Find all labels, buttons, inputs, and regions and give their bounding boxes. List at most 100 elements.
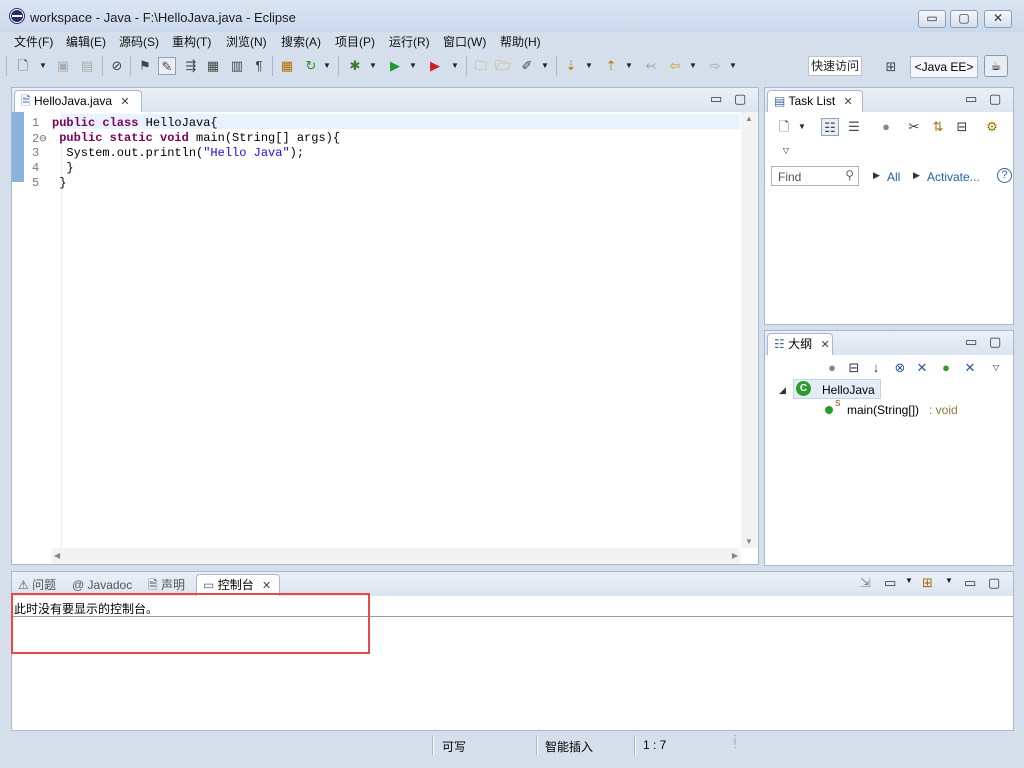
scroll-left-arrow-icon[interactable]: ◀ [54,551,60,560]
close-icon[interactable]: ✕ [820,339,829,351]
menu-window[interactable]: 窗口(W) [443,33,486,50]
minimize-icon[interactable]: ▭ [964,575,976,591]
focus-on-active-task-icon[interactable]: ● [823,359,841,377]
focus-icon[interactable]: ● [877,118,895,136]
synchronize-icon[interactable]: ⇅ [929,118,947,136]
next-annotation-icon[interactable]: ⇣ [562,57,580,75]
skip-breakpoints-icon[interactable]: ⊘ [108,57,126,75]
collapse-all-icon[interactable]: ⊟ [845,359,863,377]
scroll-right-arrow-icon[interactable]: ▶ [732,551,738,560]
view-menu-arrow-icon[interactable]: ▽ [991,359,1001,377]
minimize-icon[interactable]: ▭ [710,91,722,107]
scroll-up-arrow-icon[interactable]: ▲ [745,114,753,123]
view-menu-arrow-icon[interactable]: ▽ [781,142,791,160]
refresh-dropdown-arrow-icon[interactable]: ▼ [322,57,332,75]
last-edit-location-icon[interactable]: ↢ [642,57,660,75]
task-repositories-icon[interactable]: ⚙ [983,118,1001,136]
show-whitespace-icon[interactable]: ▥ [228,57,246,75]
close-icon[interactable]: ✕ [844,96,853,108]
minimize-icon[interactable]: ▭ [965,91,977,107]
all-link[interactable]: All [887,170,900,184]
new-dropdown-arrow-icon[interactable]: ▼ [38,57,48,75]
run-icon[interactable]: ▶ [386,57,404,75]
display-console-dropdown-arrow-icon[interactable]: ▼ [904,572,914,590]
menu-help[interactable]: 帮助(H) [500,33,541,50]
maximize-icon[interactable]: ▢ [734,91,746,107]
open-console-dropdown-arrow-icon[interactable]: ▼ [944,572,954,590]
menu-edit[interactable]: 编辑(E) [66,33,106,50]
maximize-icon[interactable]: ▢ [989,91,1001,107]
collapse-arrow-icon[interactable]: ◢ [779,385,786,396]
open-folder-icon[interactable]: 🗀 [472,57,490,75]
new-task-dropdown-arrow-icon[interactable]: ▼ [797,118,807,136]
block-selection-icon[interactable]: ▦ [204,57,222,75]
forward-icon[interactable]: ⇨ [706,57,724,75]
hide-static-icon[interactable]: ✕ [913,359,931,377]
menu-search[interactable]: 搜索(A) [281,33,321,50]
menu-navigate[interactable]: 浏览(N) [226,33,267,50]
pin-console-icon[interactable]: ⇲ [860,575,871,591]
close-button[interactable]: ✕ [984,10,1012,28]
hide-fields-icon[interactable]: ⊗ [891,359,909,377]
scroll-down-arrow-icon[interactable]: ▼ [745,537,753,546]
new-task-icon[interactable]: 🗋 [775,118,793,136]
maximize-icon[interactable]: ▢ [989,334,1001,350]
save-all-icon[interactable]: ▤ [78,57,96,75]
minimize-icon[interactable]: ▭ [965,334,977,350]
outline-item-method[interactable]: S main(String[]) : void [823,399,1003,419]
tab-hellojava[interactable]: 🗎 HelloJava.java ✕ [14,90,142,112]
tab-task-list[interactable]: ▤ Task List ✕ [767,90,863,112]
maximize-button[interactable]: ▢ [950,10,978,28]
save-icon[interactable]: ▣ [54,57,72,75]
package-icon[interactable]: ▦ [278,57,296,75]
debug-dropdown-arrow-icon[interactable]: ▼ [368,57,378,75]
outline-item-class[interactable]: C HelloJava [793,379,881,399]
menu-project[interactable]: 项目(P) [335,33,375,50]
menu-refactor[interactable]: 重构(T) [172,33,211,50]
forward-dropdown-arrow-icon[interactable]: ▼ [728,57,738,75]
open-task-icon[interactable]: 🗁 [494,57,512,75]
activate-link[interactable]: Activate... [927,170,980,184]
code-line-4[interactable]: } [52,161,73,175]
pin-icon[interactable]: ✐ [518,57,536,75]
java-perspective-icon[interactable]: ☕ [984,55,1008,77]
close-icon[interactable]: ✕ [120,96,129,108]
collapse-all-icon[interactable]: ⊟ [953,118,971,136]
next-annotation-dropdown-arrow-icon[interactable]: ▼ [584,57,594,75]
back-dropdown-arrow-icon[interactable]: ▼ [688,57,698,75]
menu-run[interactable]: 运行(R) [389,33,430,50]
close-icon[interactable]: ✕ [262,580,271,592]
previous-annotation-dropdown-arrow-icon[interactable]: ▼ [624,57,634,75]
pin-dropdown-arrow-icon[interactable]: ▼ [540,57,550,75]
run-external-tool-icon[interactable]: ▶ [426,57,444,75]
tab-outline[interactable]: ☷ 大纲 ✕ [767,333,833,355]
code-line-5[interactable]: } [52,176,66,190]
menu-source[interactable]: 源码(S) [119,33,159,50]
previous-annotation-icon[interactable]: ⇡ [602,57,620,75]
new-icon[interactable]: 🗋 [14,57,32,75]
code-line-2[interactable]: public static void main(String[] args){ [52,131,340,145]
run-dropdown-arrow-icon[interactable]: ▼ [408,57,418,75]
toggle-breadcrumb-icon[interactable]: ⇶ [182,57,200,75]
minimize-button[interactable]: ▭ [918,10,946,28]
sort-icon[interactable]: ↓ [867,359,885,377]
categorized-icon[interactable]: ☷ [821,118,839,136]
open-type-icon[interactable]: ⚑ [136,57,154,75]
back-icon[interactable]: ⇦ [666,57,684,75]
scheduled-icon[interactable]: ☰ [845,118,863,136]
code-line-1[interactable]: public class HelloJava{ [52,116,218,130]
editor-horizontal-scrollbar[interactable]: ◀ ▶ [52,548,740,564]
open-perspective-icon[interactable]: ⊞ [882,58,900,76]
find-input[interactable]: Find ⚲ [771,166,859,186]
open-console-icon[interactable]: ⊞ [922,575,933,591]
toggle-mark-occurrences-icon[interactable]: ✎ [158,57,176,75]
hide-completed-icon[interactable]: ✂ [905,118,923,136]
quick-access-field[interactable]: 快速访问 [808,56,862,76]
hide-non-public-icon[interactable]: ● [937,359,955,377]
refresh-icon[interactable]: ↻ [302,57,320,75]
display-console-icon[interactable]: ▭ [884,575,896,591]
maximize-icon[interactable]: ▢ [988,575,1000,591]
hide-local-types-icon[interactable]: ✕ [961,359,979,377]
menu-file[interactable]: 文件(F) [14,33,53,50]
help-icon[interactable]: ? [997,168,1012,183]
